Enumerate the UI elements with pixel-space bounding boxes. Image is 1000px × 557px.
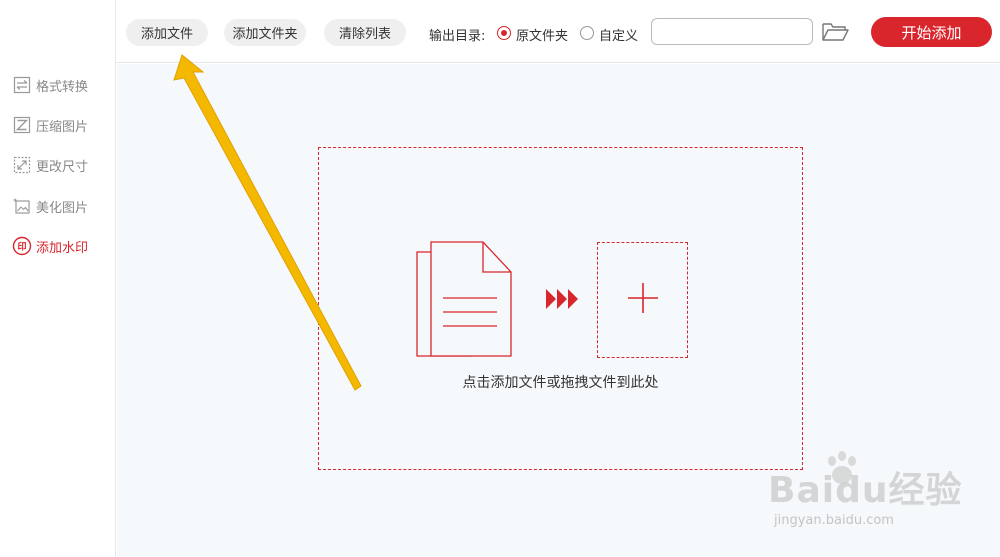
- sidebar-item-label: 格式转换: [36, 79, 89, 95]
- document-icon: [415, 240, 515, 362]
- output-path-input[interactable]: [651, 18, 813, 45]
- compress-icon: [12, 115, 32, 135]
- custom-folder-radio[interactable]: [580, 26, 594, 40]
- sidebar-item-resize[interactable]: 更改尺寸: [12, 152, 88, 178]
- custom-folder-label[interactable]: 自定义: [599, 25, 638, 44]
- add-file-button[interactable]: 添加文件: [126, 19, 208, 46]
- plus-icon: [626, 281, 660, 319]
- sidebar-item-label: 添加水印: [36, 240, 89, 256]
- original-folder-radio[interactable]: [497, 26, 511, 40]
- start-add-button[interactable]: 开始添加: [871, 17, 992, 47]
- watermark-stamp-icon: 印: [12, 236, 32, 256]
- svg-text:印: 印: [17, 241, 26, 253]
- triple-arrow-icon: [545, 288, 579, 314]
- drop-hint-text: 点击添加文件或拖拽文件到此处: [462, 375, 659, 391]
- sidebar-item-format-convert[interactable]: 格式转换: [12, 72, 88, 98]
- resize-icon: [12, 155, 32, 175]
- add-placeholder-box[interactable]: [597, 242, 688, 358]
- output-dir-label: 输出目录:: [429, 29, 486, 44]
- swap-icon: [12, 75, 32, 95]
- sidebar-item-add-watermark[interactable]: 印 添加水印: [12, 233, 88, 259]
- clear-list-button[interactable]: 清除列表: [324, 19, 406, 46]
- beautify-icon: [12, 196, 32, 216]
- sidebar-item-compress-image[interactable]: 压缩图片: [12, 112, 88, 138]
- sidebar-item-beautify[interactable]: 美化图片: [12, 193, 88, 219]
- sidebar-item-label: 美化图片: [36, 200, 89, 216]
- main-area: 点击添加文件或拖拽文件到此处: [117, 64, 1000, 557]
- file-drop-zone[interactable]: 点击添加文件或拖拽文件到此处: [318, 147, 803, 470]
- sidebar-item-label: 压缩图片: [36, 119, 89, 135]
- toolbar: 添加文件 添加文件夹 清除列表 输出目录: 原文件夹 自定义 开始添加: [116, 0, 1000, 63]
- original-folder-label[interactable]: 原文件夹: [516, 25, 568, 44]
- open-folder-icon[interactable]: [821, 20, 851, 44]
- sidebar: 格式转换 压缩图片 更改尺寸 美化图片 印 添加水印: [0, 0, 116, 557]
- sidebar-item-label: 更改尺寸: [36, 159, 89, 175]
- add-folder-button[interactable]: 添加文件夹: [224, 19, 306, 46]
